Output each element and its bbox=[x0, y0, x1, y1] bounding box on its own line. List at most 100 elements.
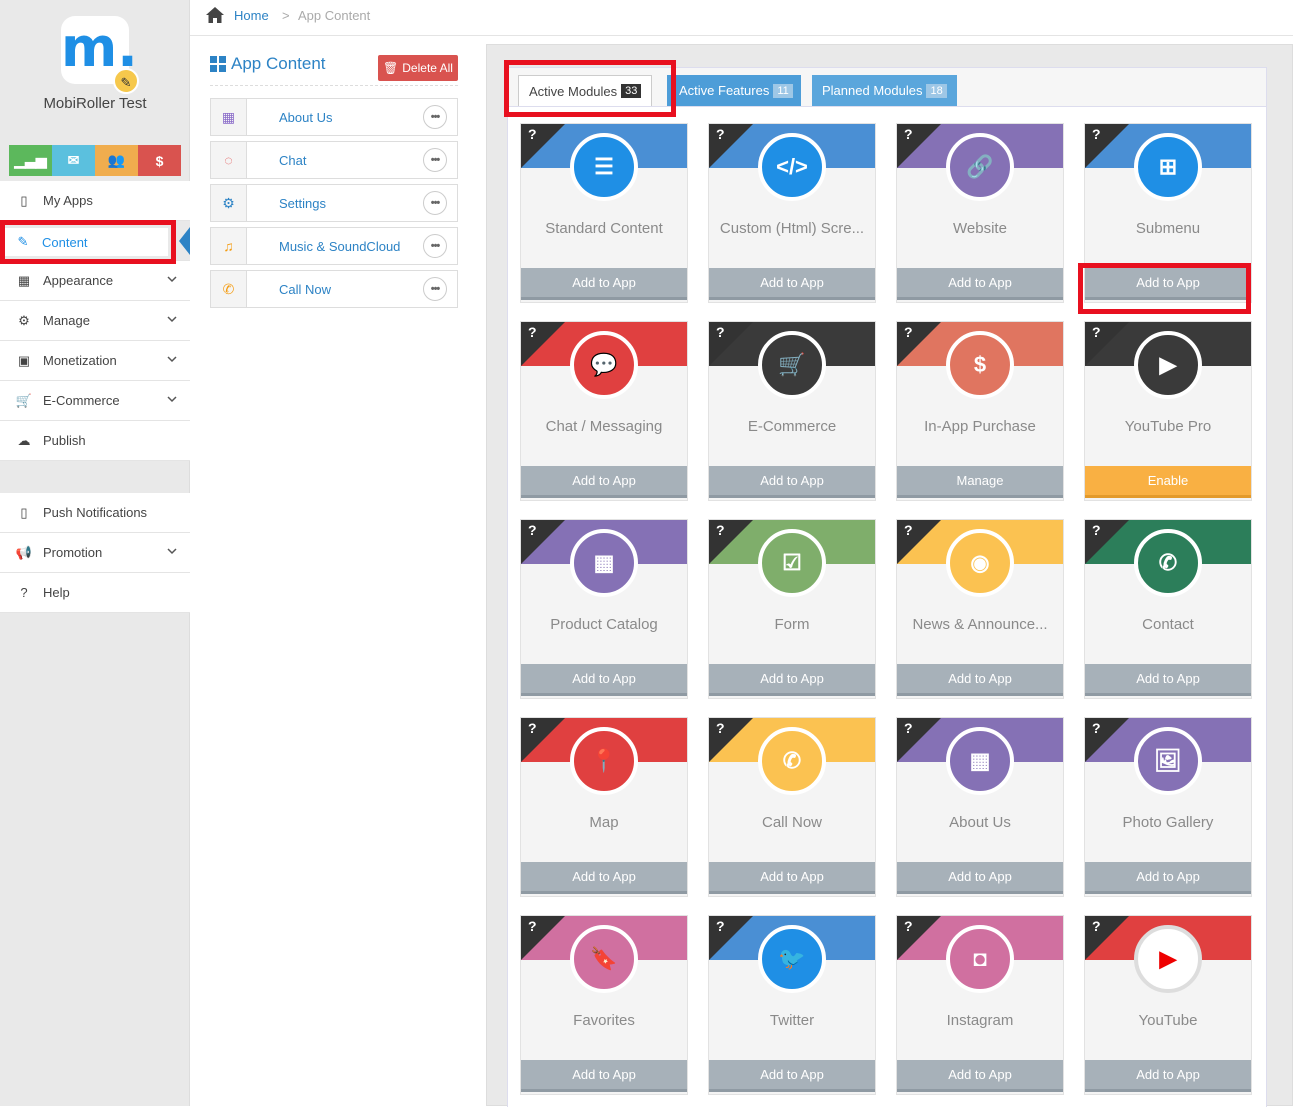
help-icon[interactable]: ? bbox=[1092, 324, 1101, 340]
signal-button[interactable]: ▁▃▅ bbox=[9, 145, 52, 176]
content-item[interactable]: ◌ Chat ••• bbox=[210, 141, 458, 179]
module-action-button[interactable]: Add to App bbox=[897, 1060, 1063, 1092]
tab-active-features[interactable]: Active Features 11 bbox=[667, 75, 801, 106]
billing-button[interactable]: $ bbox=[138, 145, 181, 176]
app-logo[interactable]: m. ✎ bbox=[61, 16, 139, 94]
module-glyph: 📍 bbox=[590, 748, 618, 773]
nav-ecommerce[interactable]: 🛒 E-Commerce bbox=[0, 381, 190, 421]
module-action-button[interactable]: Add to App bbox=[897, 862, 1063, 894]
tab-planned-modules-count: 18 bbox=[926, 83, 947, 98]
content-item[interactable]: ▦ About Us ••• bbox=[210, 98, 458, 136]
phone-icon: ✆ bbox=[211, 271, 247, 307]
help-icon[interactable]: ? bbox=[528, 720, 537, 736]
help-icon[interactable]: ? bbox=[716, 324, 725, 340]
tab-planned-modules[interactable]: Planned Modules 18 bbox=[812, 75, 957, 106]
module-action-button[interactable]: Add to App bbox=[521, 664, 687, 696]
module-glyph: 🐦 bbox=[778, 946, 806, 971]
nav-help[interactable]: ? Help bbox=[0, 573, 190, 613]
checkbox-icon: ☑ bbox=[758, 529, 826, 597]
module-action-button[interactable]: Enable bbox=[1085, 466, 1251, 498]
module-glyph: 💬 bbox=[590, 352, 618, 377]
module-action-button[interactable]: Add to App bbox=[709, 664, 875, 696]
module-name: Submenu bbox=[1135, 220, 1201, 237]
help-icon[interactable]: ? bbox=[528, 918, 537, 934]
module-card: ? ◘ Instagram Add to App bbox=[896, 915, 1064, 1095]
edit-logo-icon[interactable]: ✎ bbox=[113, 68, 139, 94]
nav-my-apps[interactable]: ▯ My Apps bbox=[0, 181, 190, 221]
nav-appearance[interactable]: ▦ Appearance bbox=[0, 261, 190, 301]
secondary-nav: ▯ Push Notifications 📢 Promotion ? Help bbox=[0, 493, 190, 613]
module-action-button[interactable]: Add to App bbox=[709, 268, 875, 300]
module-action-button[interactable]: Add to App bbox=[1085, 862, 1251, 894]
users-button[interactable]: 👥 bbox=[95, 145, 138, 176]
highlight-box bbox=[504, 60, 676, 117]
nav-publish[interactable]: ☁ Publish bbox=[0, 421, 190, 461]
module-action-button[interactable]: Add to App bbox=[1085, 664, 1251, 696]
module-action-button[interactable]: Add to App bbox=[709, 466, 875, 498]
module-action-button[interactable]: Add to App bbox=[897, 268, 1063, 300]
delete-all-button[interactable]: 🗑 Delete All bbox=[378, 55, 458, 81]
nav-promotion-label: Promotion bbox=[43, 545, 103, 560]
help-icon[interactable]: ? bbox=[1092, 720, 1101, 736]
sitemap-icon: ⊞ bbox=[1134, 133, 1202, 201]
nav-push[interactable]: ▯ Push Notifications bbox=[0, 493, 190, 533]
more-options-icon[interactable]: ••• bbox=[423, 277, 447, 301]
help-icon[interactable]: ? bbox=[1092, 918, 1101, 934]
help-icon[interactable]: ? bbox=[528, 126, 537, 142]
more-options-icon[interactable]: ••• bbox=[423, 148, 447, 172]
more-options-icon[interactable]: ••• bbox=[423, 234, 447, 258]
module-glyph: ▶ bbox=[1159, 352, 1177, 377]
module-action-button[interactable]: Add to App bbox=[1085, 1060, 1251, 1092]
help-icon[interactable]: ? bbox=[904, 720, 913, 736]
module-action-button[interactable]: Add to App bbox=[709, 1060, 875, 1092]
help-icon[interactable]: ? bbox=[904, 324, 913, 340]
module-card: ? 🔖 Favorites Add to App bbox=[520, 915, 688, 1095]
module-glyph: ▦ bbox=[593, 550, 615, 575]
mail-button[interactable]: ✉ bbox=[52, 145, 95, 176]
module-action-button[interactable]: Manage bbox=[897, 466, 1063, 498]
nav-appearance-label: Appearance bbox=[43, 273, 114, 288]
nav-my-apps-label: My Apps bbox=[43, 193, 93, 208]
help-icon[interactable]: ? bbox=[1092, 126, 1101, 142]
help-icon[interactable]: ? bbox=[528, 324, 537, 340]
module-action-button[interactable]: Add to App bbox=[521, 268, 687, 300]
help-icon[interactable]: ? bbox=[716, 522, 725, 538]
more-options-icon[interactable]: ••• bbox=[423, 191, 447, 215]
help-icon[interactable]: ? bbox=[1092, 522, 1101, 538]
modules-panel: Active Modules 33 Active Features 11 Pla… bbox=[486, 44, 1293, 1107]
help-icon[interactable]: ? bbox=[904, 918, 913, 934]
module-glyph: ▦ bbox=[969, 748, 991, 773]
module-card: ? ▦ Product Catalog Add to App bbox=[520, 519, 688, 699]
module-name: Chat / Messaging bbox=[545, 418, 663, 435]
content-item[interactable]: ♫ Music & SoundCloud ••• bbox=[210, 227, 458, 265]
module-card: ? 🐦 Twitter Add to App bbox=[708, 915, 876, 1095]
nav-promotion[interactable]: 📢 Promotion bbox=[0, 533, 190, 573]
nav-manage[interactable]: ⚙ Manage bbox=[0, 301, 190, 341]
grid-icon: ▦ bbox=[17, 272, 31, 288]
nav-manage-label: Manage bbox=[43, 313, 90, 328]
nav-monetization[interactable]: ▣ Monetization bbox=[0, 341, 190, 381]
content-item[interactable]: ✆ Call Now ••• bbox=[210, 270, 458, 308]
users-icon: 👥 bbox=[107, 152, 126, 168]
help-icon[interactable]: ? bbox=[904, 126, 913, 142]
module-action-button[interactable]: Add to App bbox=[709, 862, 875, 894]
chat-icon: ◌ bbox=[211, 142, 247, 178]
help-icon[interactable]: ? bbox=[716, 918, 725, 934]
help-icon[interactable]: ? bbox=[716, 126, 725, 142]
help-icon[interactable]: ? bbox=[528, 522, 537, 538]
quick-buttons: ▁▃▅ ✉ 👥 $ bbox=[9, 145, 181, 176]
content-item-label: Settings bbox=[279, 195, 326, 211]
module-action-button[interactable]: Add to App bbox=[521, 1060, 687, 1092]
help-icon[interactable]: ? bbox=[904, 522, 913, 538]
module-action-button[interactable]: Add to App bbox=[897, 664, 1063, 696]
app-name: MobiRoller Test bbox=[43, 95, 147, 112]
modules-grid: ? ☰ Standard Content Add to App? </> Custom (… bbox=[507, 107, 1267, 1107]
module-action-button[interactable]: Add to App bbox=[521, 466, 687, 498]
module-action-button[interactable]: Add to App bbox=[521, 862, 687, 894]
help-icon[interactable]: ? bbox=[716, 720, 725, 736]
content-item[interactable]: ⚙ Settings ••• bbox=[210, 184, 458, 222]
breadcrumb-home[interactable]: Home bbox=[234, 8, 269, 23]
twitter-icon: 🐦 bbox=[758, 925, 826, 993]
more-options-icon[interactable]: ••• bbox=[423, 105, 447, 129]
trash-icon: 🗑 bbox=[383, 61, 399, 75]
